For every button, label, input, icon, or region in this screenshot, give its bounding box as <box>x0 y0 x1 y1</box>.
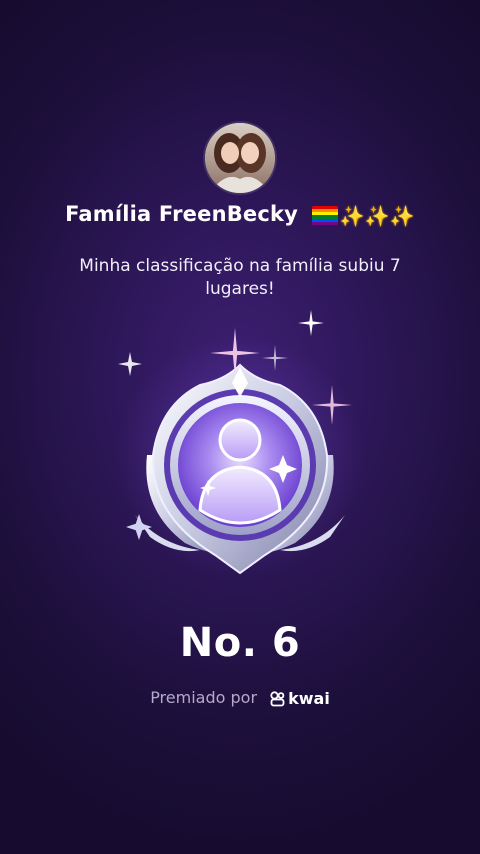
kwai-logo-icon <box>270 691 285 707</box>
sparkle-icon <box>118 352 142 376</box>
sparkle-icon <box>262 345 288 371</box>
sparkle-icon <box>298 310 324 336</box>
family-title: Família FreenBecky ✨✨✨ <box>0 202 480 228</box>
sparkle-icon <box>126 514 152 540</box>
kwai-brand: kwai <box>288 689 330 708</box>
award-screen: { "header": { "family_name": "Família Fr… <box>0 0 480 854</box>
family-name: Família FreenBecky <box>65 202 299 226</box>
rainbow-flag-icon <box>311 205 338 226</box>
sparkle-icon <box>210 328 260 378</box>
rank-message: Minha classificação na família subiu 7 l… <box>79 256 401 299</box>
sparkle-icon <box>312 385 352 425</box>
title-emojis: ✨✨✨ <box>311 203 415 228</box>
rank-number: No. 6 <box>179 620 301 666</box>
kwai-logo: kwai <box>270 689 330 708</box>
awarded-by-label: Premiado por <box>150 688 258 707</box>
avatar[interactable] <box>205 123 275 193</box>
sparkles-icon: ✨✨✨ <box>339 203 415 228</box>
awarded-by: Premiado por kwai <box>0 688 480 708</box>
avatar-photo <box>205 123 275 193</box>
